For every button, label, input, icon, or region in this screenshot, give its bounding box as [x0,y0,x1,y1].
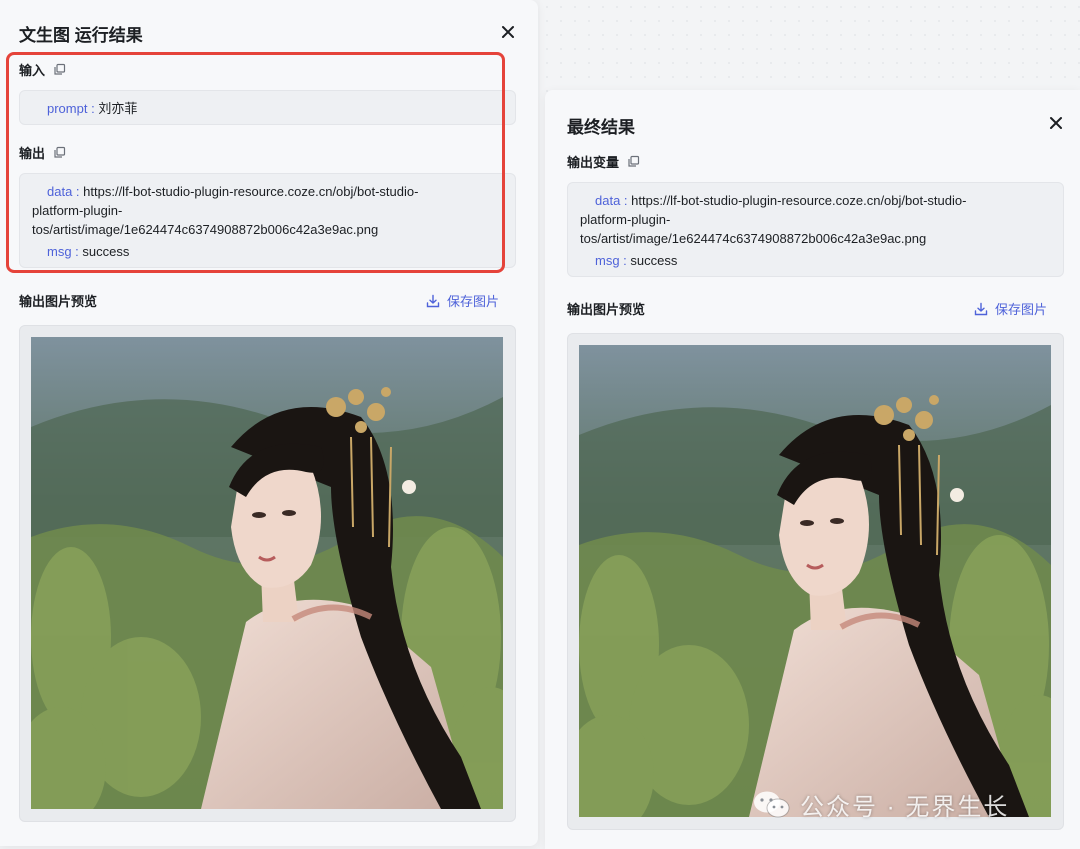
input-label: 输入 [19,63,46,78]
wechat-icon [754,791,790,817]
data-value-line2: platform-plugin- [32,203,123,218]
watermark-text: 公众号 · 无界生长 [800,794,1010,821]
input-section-label: 输入 [19,60,66,79]
prompt-row: prompt : 刘亦菲 [47,101,138,116]
download-icon [974,302,988,315]
download-icon [426,294,440,307]
generated-image[interactable] [31,337,503,809]
final-result-panel: 最终结果 输出变量 data : https://lf-bot-studio-p… [545,90,1080,849]
save-image-label: 保存图片 [447,294,500,309]
prompt-value: 刘亦菲 [98,101,138,116]
data-row: data : https://lf-bot-studio-plugin-reso… [47,184,419,199]
data-key: data [595,193,621,208]
save-image-label: 保存图片 [995,302,1048,317]
msg-value: success [630,253,678,268]
msg-value: success [82,244,130,259]
msg-key: msg [595,253,620,268]
output-variable-box: data : https://lf-bot-studio-plugin-reso… [567,182,1064,277]
run-result-panel: 文生图 运行结果 输入 prompt : 刘亦菲 输出 data : https… [0,0,538,846]
msg-row: msg : success [47,244,130,259]
data-value-line1: https://lf-bot-studio-plugin-resource.co… [83,184,419,199]
save-image-button[interactable]: 保存图片 [974,299,1047,318]
save-image-button[interactable]: 保存图片 [426,291,499,310]
input-value-box: prompt : 刘亦菲 [19,90,516,125]
close-icon[interactable] [1045,112,1067,134]
output-label: 输出 [19,146,46,161]
prompt-key: prompt [47,101,88,116]
msg-key: msg [47,244,72,259]
data-row: data : https://lf-bot-studio-plugin-reso… [595,193,967,208]
panel-title: 最终结果 [567,118,635,137]
panel-title: 文生图 运行结果 [19,26,143,45]
data-value-line3: tos/artist/image/1e624474c6374908872b006… [580,231,927,246]
copy-icon[interactable] [53,146,66,159]
data-value-line3: tos/artist/image/1e624474c6374908872b006… [32,222,379,237]
output-section-label: 输出 [19,143,66,162]
copy-icon[interactable] [53,63,66,76]
data-value-line2: platform-plugin- [580,212,671,227]
output-value-box: data : https://lf-bot-studio-plugin-reso… [19,173,516,268]
output-variable-label: 输出变量 [567,152,640,171]
watermark: 公众号 · 无界生长 [752,787,1009,822]
close-icon[interactable] [497,21,519,43]
preview-label: 输出图片预览 [567,302,646,317]
msg-row: msg : success [595,253,678,268]
data-value-line1: https://lf-bot-studio-plugin-resource.co… [631,193,967,208]
copy-icon[interactable] [627,155,640,168]
data-key: data [47,184,73,199]
generated-image[interactable] [579,345,1051,817]
preview-label: 输出图片预览 [19,294,98,309]
